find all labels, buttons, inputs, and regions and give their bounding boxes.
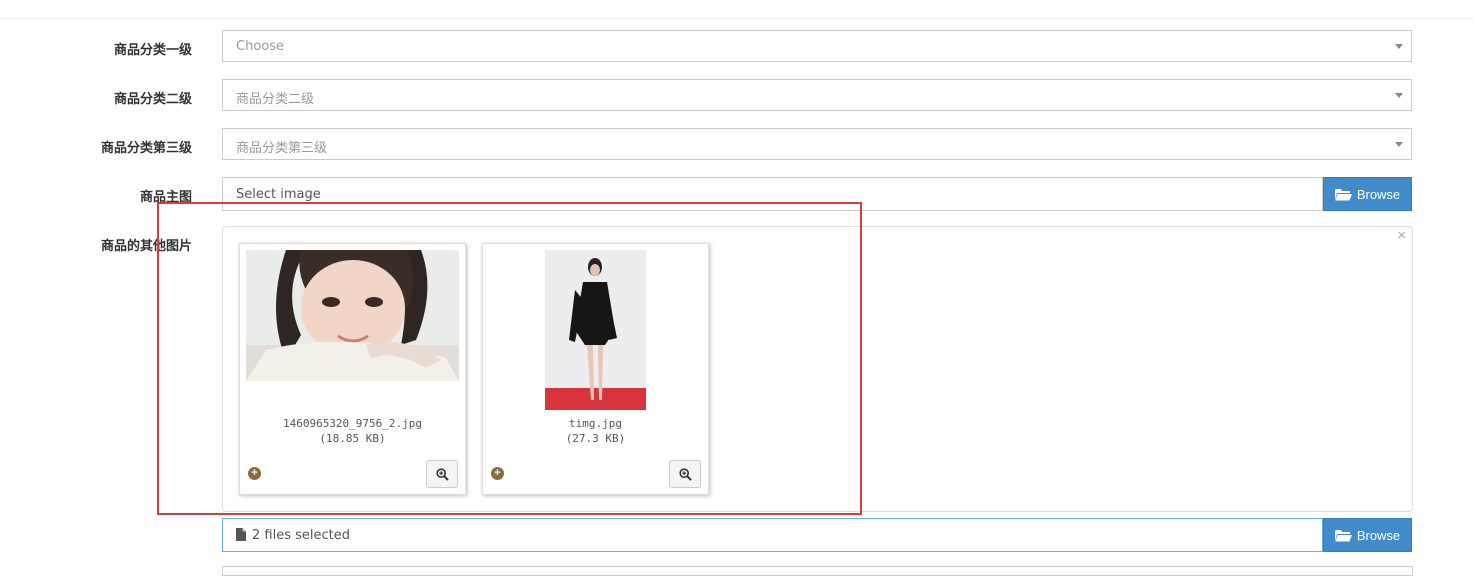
- other-images-label: 商品的其他图片: [100, 239, 192, 254]
- main-image-label: 商品主图: [139, 190, 192, 205]
- zoom-in-icon: [435, 467, 449, 481]
- file-icon: [236, 528, 246, 541]
- close-icon[interactable]: ×: [1397, 227, 1406, 244]
- folder-open-icon: [1334, 188, 1352, 200]
- category-level2-value: 商品分类二级: [236, 92, 315, 107]
- main-image-browse-label: Browse: [1356, 186, 1401, 202]
- zoom-in-icon: [678, 467, 692, 481]
- preview-image-portrait: [246, 250, 459, 381]
- preview-image-full-body: [545, 250, 646, 410]
- category-level1-select[interactable]: Choose: [222, 30, 1412, 62]
- category-level2-select[interactable]: 商品分类二级: [222, 79, 1412, 111]
- main-image-input[interactable]: Select image: [222, 177, 1323, 211]
- category-level1-label: 商品分类一级: [113, 43, 192, 58]
- file-name: timg.jpg: [569, 417, 622, 430]
- other-images-browse-label: Browse: [1356, 527, 1401, 543]
- top-divider: [0, 18, 1473, 19]
- category-level3-select[interactable]: 商品分类第三级: [222, 128, 1412, 160]
- caret-down-icon: [1395, 142, 1403, 147]
- files-selected-text: 2 files selected: [252, 528, 350, 543]
- category-level3-label: 商品分类第三级: [100, 141, 192, 156]
- other-images-status: 2 files selected: [236, 528, 350, 543]
- caret-down-icon: [1395, 44, 1403, 49]
- file-name: 1460965320_9756_2.jpg: [282, 417, 423, 430]
- plus-circle-icon: +: [248, 467, 261, 480]
- caret-down-icon: [1395, 93, 1403, 98]
- category-level3-value: 商品分类第三级: [236, 141, 328, 156]
- file-preview-thumbnail: timg.jpg (27.3 KB) +: [482, 243, 709, 495]
- folder-open-icon: [1334, 529, 1352, 541]
- zoom-button[interactable]: [669, 460, 701, 488]
- file-preview-thumbnail: 1460965320_9756_2.jpg (18.85 KB) +: [239, 243, 466, 495]
- main-image-browse-button[interactable]: Browse: [1323, 177, 1412, 211]
- next-field-partial: [222, 566, 1413, 576]
- other-images-input[interactable]: 2 files selected: [222, 518, 1323, 552]
- main-image-placeholder: Select image: [236, 187, 321, 202]
- category-level1-value: Choose: [236, 39, 284, 54]
- plus-circle-icon: +: [491, 467, 504, 480]
- file-size: (27.3 KB): [565, 432, 626, 445]
- file-size: (18.85 KB): [319, 432, 386, 445]
- category-level2-label: 商品分类二级: [113, 92, 192, 107]
- zoom-button[interactable]: [426, 460, 458, 488]
- other-images-browse-button[interactable]: Browse: [1323, 518, 1412, 552]
